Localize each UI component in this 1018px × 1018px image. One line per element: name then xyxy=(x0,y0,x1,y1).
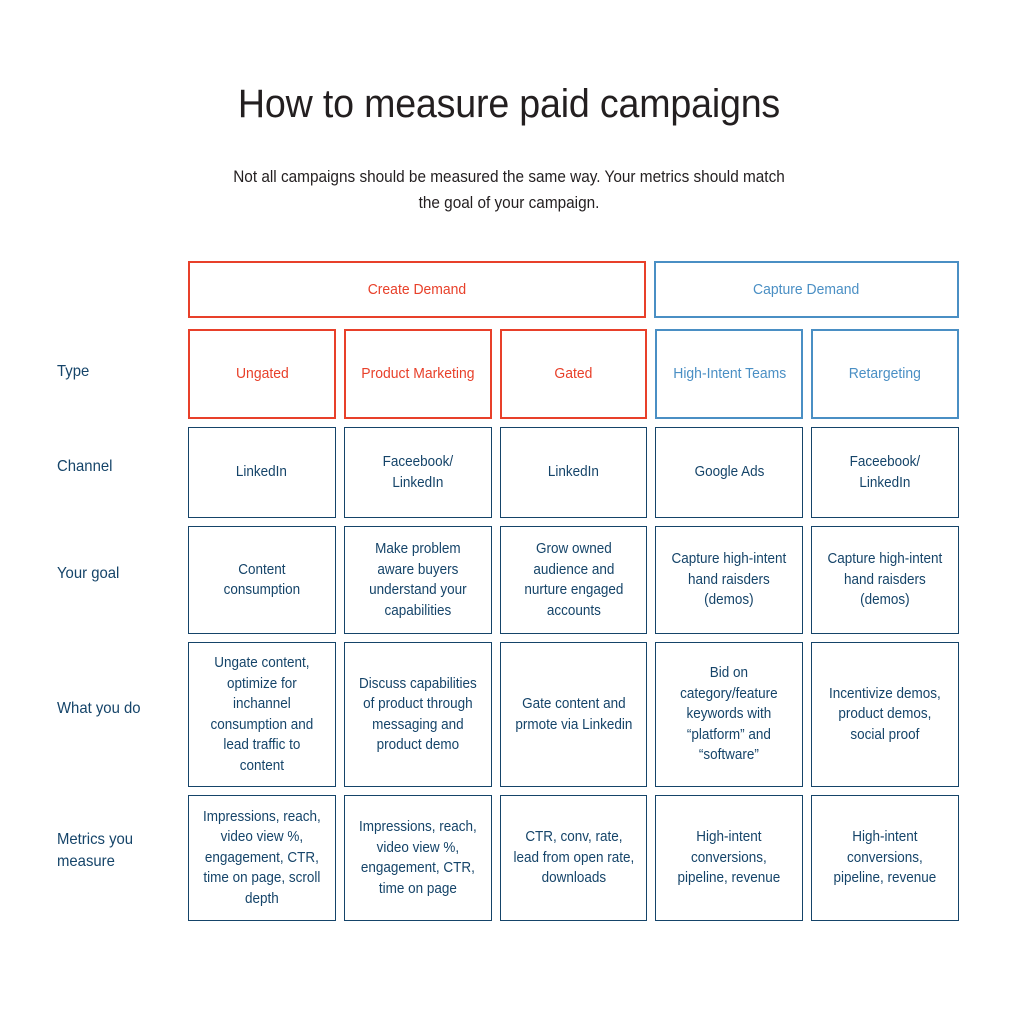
type-cell-gated-label: Gated xyxy=(554,365,593,382)
type-cell-retargeting: Retargeting xyxy=(811,329,959,419)
type-cell-high-intent-teams: High-Intent Teams xyxy=(655,329,804,419)
group-header-capture-demand-label: Capture Demand xyxy=(753,281,860,298)
what-you-do-cell-2-text: Discuss capabilities of product through … xyxy=(358,675,477,754)
type-cell-product-marketing: Product Marketing xyxy=(343,329,492,419)
what-you-do-cell-4-text: Bid on category/feature keywords with “p… xyxy=(680,665,779,764)
your-goal-cell-4-text: Capture high-intent hand raisders (demos… xyxy=(671,551,787,609)
type-cell-ungated-label: Ungated xyxy=(235,365,289,382)
row-label-metrics-you-measure-text: Metrics you measure xyxy=(57,831,134,870)
what-you-do-cell-1-text: Ungate content, optimize for inchannel c… xyxy=(210,655,314,774)
metrics-cell-2: Impressions, reach, video view %, engage… xyxy=(343,795,492,921)
your-goal-cell-3-text: Grow owned audience and nurture engaged … xyxy=(524,541,623,619)
your-goal-cell-4: Capture high-intent hand raisders (demos… xyxy=(655,526,804,634)
your-goal-cell-1-text: Content consumption xyxy=(223,561,301,599)
group-header-create-demand: Create Demand xyxy=(188,261,646,318)
your-goal-cell-5-text: Capture high-intent hand raisders (demos… xyxy=(827,551,943,609)
channel-cell-3-text: LinkedIn xyxy=(547,464,599,481)
what-you-do-cell-1: Ungate content, optimize for inchannel c… xyxy=(188,642,336,787)
channel-row: LinkedIn Faceebook/ LinkedIn LinkedIn Go… xyxy=(188,427,959,518)
type-cell-retargeting-label: Retargeting xyxy=(849,365,922,382)
group-header-capture-demand: Capture Demand xyxy=(654,261,959,318)
your-goal-cell-2-text: Make problem aware buyers understand you… xyxy=(368,541,467,619)
channel-cell-2: Faceebook/ LinkedIn xyxy=(343,427,492,518)
what-you-do-cell-4: Bid on category/feature keywords with “p… xyxy=(655,642,804,787)
what-you-do-cell-5-text: Incentivize demos, product demos, social… xyxy=(829,685,941,743)
metrics-cell-3-text: CTR, conv, rate, lead from open rate, do… xyxy=(513,829,634,887)
your-goal-cell-5: Capture high-intent hand raisders (demos… xyxy=(811,526,959,634)
metrics-row: Impressions, reach, video view %, engage… xyxy=(188,795,959,921)
metrics-cell-4: High-intent conversions, pipeline, reven… xyxy=(655,795,804,921)
channel-cell-4-text: Google Ads xyxy=(694,464,765,481)
channel-cell-4: Google Ads xyxy=(655,427,804,518)
channel-cell-5-text: Faceebook/ LinkedIn xyxy=(849,454,921,491)
row-label-metrics-you-measure: Metrics you measure xyxy=(57,829,182,873)
infographic-page: How to measure paid campaigns Not all ca… xyxy=(0,0,1018,1018)
metrics-cell-5-text: High-intent conversions, pipeline, reven… xyxy=(833,829,937,887)
comparison-grid: Create Demand Capture Demand Ungated Pro… xyxy=(188,261,959,929)
channel-cell-1: LinkedIn xyxy=(188,427,336,518)
type-cell-product-marketing-label: Product Marketing xyxy=(361,365,475,382)
row-label-type: Type xyxy=(57,361,182,383)
what-you-do-cell-5: Incentivize demos, product demos, social… xyxy=(811,642,959,787)
your-goal-cell-1: Content consumption xyxy=(188,526,336,634)
metrics-cell-3: CTR, conv, rate, lead from open rate, do… xyxy=(499,795,648,921)
your-goal-cell-3: Grow owned audience and nurture engaged … xyxy=(499,526,648,634)
metrics-cell-4-text: High-intent conversions, pipeline, reven… xyxy=(677,829,781,887)
your-goal-row: Content consumption Make problem aware b… xyxy=(188,526,959,634)
channel-cell-2-text: Faceebook/ LinkedIn xyxy=(382,454,453,491)
row-label-what-you-do: What you do xyxy=(57,698,182,720)
type-cell-ungated: Ungated xyxy=(188,329,336,419)
type-cell-gated: Gated xyxy=(499,329,648,419)
metrics-cell-5: High-intent conversions, pipeline, reven… xyxy=(811,795,959,921)
channel-cell-5: Faceebook/ LinkedIn xyxy=(811,427,959,518)
row-label-type-text: Type xyxy=(57,363,90,380)
type-row: Ungated Product Marketing Gated High-Int… xyxy=(188,329,959,419)
what-you-do-cell-3-text: Gate content and prmote via Linkedin xyxy=(515,696,632,733)
demand-header-row: Create Demand Capture Demand xyxy=(188,261,959,318)
page-title: How to measure paid campaigns xyxy=(237,82,781,126)
row-label-your-goal-text: Your goal xyxy=(57,565,120,582)
metrics-cell-1: Impressions, reach, video view %, engage… xyxy=(188,795,336,921)
your-goal-cell-2: Make problem aware buyers understand you… xyxy=(343,526,492,634)
row-label-channel-text: Channel xyxy=(57,458,113,475)
page-subtitle: Not all campaigns should be measured the… xyxy=(233,168,785,212)
channel-cell-1-text: LinkedIn xyxy=(236,464,288,481)
row-label-what-you-do-text: What you do xyxy=(57,700,141,717)
what-you-do-row: Ungate content, optimize for inchannel c… xyxy=(188,642,959,787)
row-label-your-goal: Your goal xyxy=(57,563,182,585)
what-you-do-cell-3: Gate content and prmote via Linkedin xyxy=(499,642,648,787)
what-you-do-cell-2: Discuss capabilities of product through … xyxy=(343,642,492,787)
type-cell-high-intent-teams-label: High-Intent Teams xyxy=(672,365,786,382)
channel-cell-3: LinkedIn xyxy=(499,427,648,518)
row-label-channel: Channel xyxy=(57,456,182,478)
metrics-cell-2-text: Impressions, reach, video view %, engage… xyxy=(358,819,477,897)
group-header-create-demand-label: Create Demand xyxy=(367,281,467,298)
metrics-cell-1-text: Impressions, reach, video view %, engage… xyxy=(203,808,321,907)
